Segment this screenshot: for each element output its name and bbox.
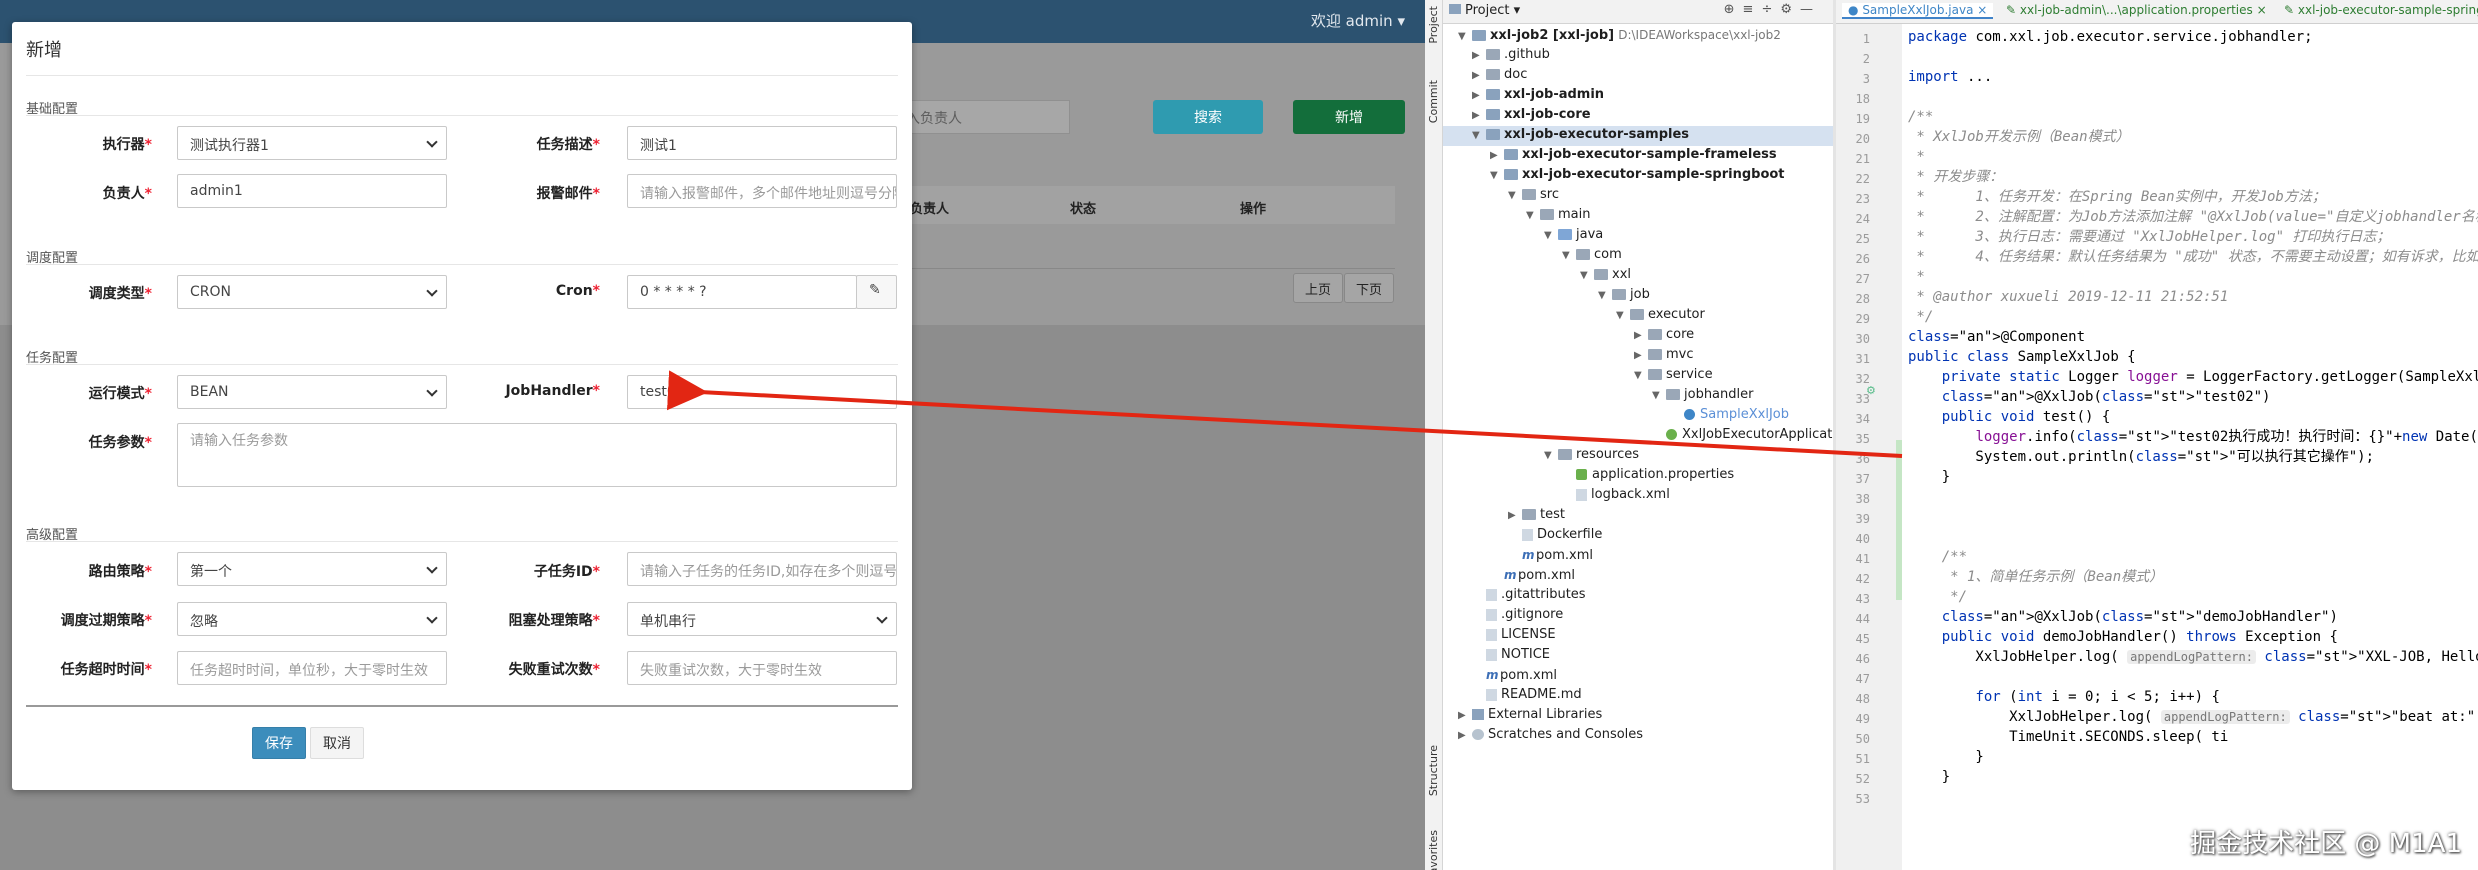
arrow-line	[666, 370, 1903, 458]
annotation-arrow	[666, 370, 1903, 458]
screenshot-root: 欢迎 admin ▾ 入负责人 搜索 新增 负责人 状态 操作 上页 下页 新增…	[0, 0, 2478, 870]
